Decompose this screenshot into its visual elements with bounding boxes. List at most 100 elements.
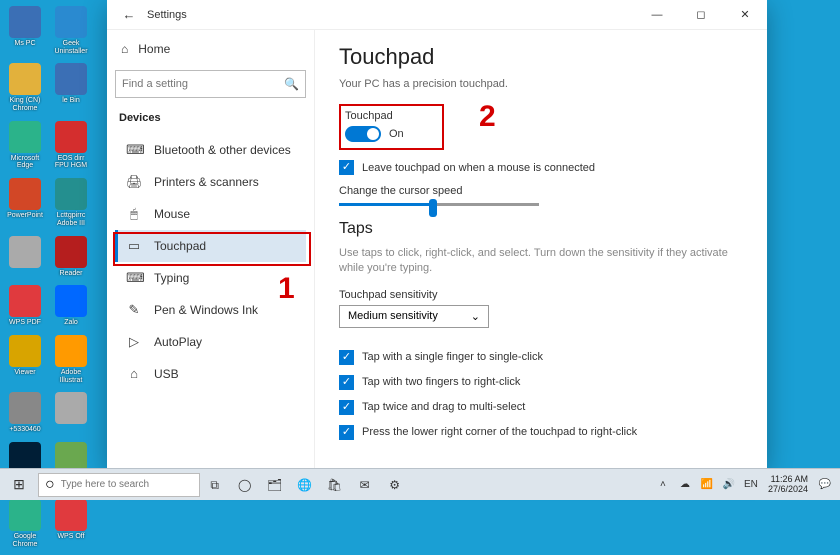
search-input[interactable] [122,78,284,90]
sidebar-item-label: Pen & Windows Ink [154,303,258,317]
tap-option[interactable]: ✓ Tap with a single finger to single-clic… [339,350,743,365]
sidebar-item-touchpad[interactable]: ▭ Touchpad [115,230,306,262]
sidebar-item-label: Mouse [154,207,190,221]
window-title: Settings [147,9,187,21]
tray-wifi-icon[interactable]: 📶 [698,479,716,490]
sidebar-search[interactable]: 🔍 [115,70,306,98]
check-label: Tap with two fingers to right-click [362,376,520,388]
desktop-icon[interactable]: Lcttgpirrc Adobe III [50,178,92,227]
desktop-icon[interactable]: +5330460 [4,392,46,434]
taps-description: Use taps to click, right-click, and sele… [339,246,743,277]
leave-touchpad-on-check[interactable]: ✓ Leave touchpad on when a mouse is conn… [339,160,743,175]
tap-option[interactable]: ✓Press the lower right corner of the tou… [339,425,743,440]
desktop-icons: Ms PCGeek UninstallerKing (CN) Chromele … [0,0,100,468]
home-label: Home [138,42,170,56]
desktop-icon[interactable]: EOS dirr FPU HGM [50,121,92,170]
desktop-icon[interactable]: Ms PC [4,6,46,48]
desktop-icon[interactable] [4,236,46,270]
sidebar-group-header: Devices [119,112,302,124]
sidebar-item-label: Touchpad [154,239,206,253]
annotation-1: 1 [278,272,295,306]
check-label: Tap with a single finger to single-click [362,351,543,363]
sidebar-item-icon: 🖨 [126,174,142,190]
settings-icon[interactable]: ⚙ [380,472,410,498]
checkbox-icon: ✓ [339,350,354,365]
titlebar: ← Settings — ◻ ✕ [107,0,767,30]
tray-volume-icon[interactable]: 🔊 [720,479,738,490]
toggle-state: On [389,128,404,140]
tap-option[interactable]: ✓ Tap with two fingers to right-click [339,375,743,390]
settings-sidebar: ⌂ Home 🔍 Devices ⌨Bluetooth & other devi… [107,30,315,468]
page-subtitle: Your PC has a precision touchpad. [339,78,743,90]
desktop-icon[interactable]: PowerPoint [4,178,46,220]
tray-chevron-icon[interactable]: ˄ [654,479,672,490]
minimize-button[interactable]: — [635,0,679,30]
clock-date: 27/6/2024 [768,485,808,495]
sidebar-home[interactable]: ⌂ Home [115,36,306,62]
desktop-icon[interactable]: Viewer [4,335,46,377]
sidebar-item-mouse[interactable]: 🖱Mouse [115,198,306,230]
sidebar-item-icon: ▭ [126,238,142,254]
toggle-label: Touchpad [345,110,404,122]
desktop-icon[interactable] [50,392,92,426]
cursor-speed-label: Change the cursor speed [339,185,743,197]
sidebar-item-autoplay[interactable]: ▷AutoPlay [115,326,306,358]
page-title: Touchpad [339,44,743,70]
notifications-icon[interactable]: 💬 [816,479,834,490]
sidebar-item-label: Typing [154,271,189,285]
cortana-icon[interactable]: ◯ [230,472,260,498]
desktop-icon[interactable]: Google Chrome [4,499,46,548]
search-icon: 🔍 [284,77,299,91]
edge-icon[interactable]: 🌐 [290,472,320,498]
explorer-icon[interactable]: 🗂 [260,472,290,498]
sidebar-item-icon: ⌨ [126,142,142,158]
back-button[interactable]: ← [115,7,143,22]
desktop-icon[interactable]: Reader [50,236,92,278]
taskbar: ⊞ ○ ⧉ ◯ 🗂 🌐 🛍 ✉ ⚙ ˄ ☁ 📶 🔊 EN 11:26 AM 27… [0,468,840,500]
sidebar-item-label: AutoPlay [154,335,202,349]
check-label: Tap twice and drag to multi-select [362,401,525,413]
desktop-icon[interactable]: Adobe Illustrat [50,335,92,384]
taskbar-pinned: ⧉ ◯ 🗂 🌐 🛍 ✉ ⚙ [200,472,410,498]
mail-icon[interactable]: ✉ [350,472,380,498]
desktop-icon[interactable]: WPS Off [50,499,92,541]
sidebar-item-icon: ⌨ [126,270,142,286]
taps-heading: Taps [339,220,743,238]
cursor-speed-slider[interactable] [339,203,539,206]
close-button[interactable]: ✕ [723,0,767,30]
tap-option[interactable]: ✓ Tap twice and drag to multi-select [339,400,743,415]
tray-onedrive-icon[interactable]: ☁ [676,479,694,490]
check-label: Leave touchpad on when a mouse is connec… [362,162,595,174]
checkbox-icon: ✓ [339,160,354,175]
checkbox-icon: ✓ [339,400,354,415]
desktop-icon[interactable]: Zalo [50,285,92,327]
desktop-icon[interactable]: WPS PDF [4,285,46,327]
sensitivity-dropdown[interactable]: Medium sensitivity ⌄ [339,305,489,328]
sidebar-item-usb[interactable]: ⌂USB [115,358,306,389]
sidebar-item-printers-scanners[interactable]: 🖨Printers & scanners [115,166,306,198]
maximize-button[interactable]: ◻ [679,0,723,30]
start-button[interactable]: ⊞ [0,476,38,493]
sidebar-item-icon: ✎ [126,302,142,318]
sidebar-item-bluetooth-other-devices[interactable]: ⌨Bluetooth & other devices [115,134,306,166]
taskbar-search-input[interactable] [61,479,193,490]
checkbox-icon: ✓ [339,425,354,440]
store-icon[interactable]: 🛍 [320,472,350,498]
chevron-down-icon: ⌄ [471,310,480,323]
sensitivity-label: Touchpad sensitivity [339,289,743,301]
task-view-icon[interactable]: ⧉ [200,472,230,498]
tray-lang-icon[interactable]: EN [742,479,760,490]
slider-thumb[interactable] [429,199,437,217]
desktop-icon[interactable]: King (CN) Chrome [4,63,46,112]
desktop-icon[interactable]: Geek Uninstaller [50,6,92,55]
touchpad-toggle-box: Touchpad On [339,104,444,150]
touchpad-toggle[interactable] [345,126,381,142]
home-icon: ⌂ [121,42,128,56]
settings-content: Touchpad Your PC has a precision touchpa… [315,30,767,468]
checkbox-icon: ✓ [339,375,354,390]
desktop-icon[interactable]: le Bin [50,63,92,105]
taskbar-search[interactable]: ○ [38,473,200,497]
taskbar-clock[interactable]: 11:26 AM 27/6/2024 [764,475,812,495]
desktop-icon[interactable]: Microsoft Edge [4,121,46,170]
system-tray: ˄ ☁ 📶 🔊 EN 11:26 AM 27/6/2024 💬 [654,475,840,495]
